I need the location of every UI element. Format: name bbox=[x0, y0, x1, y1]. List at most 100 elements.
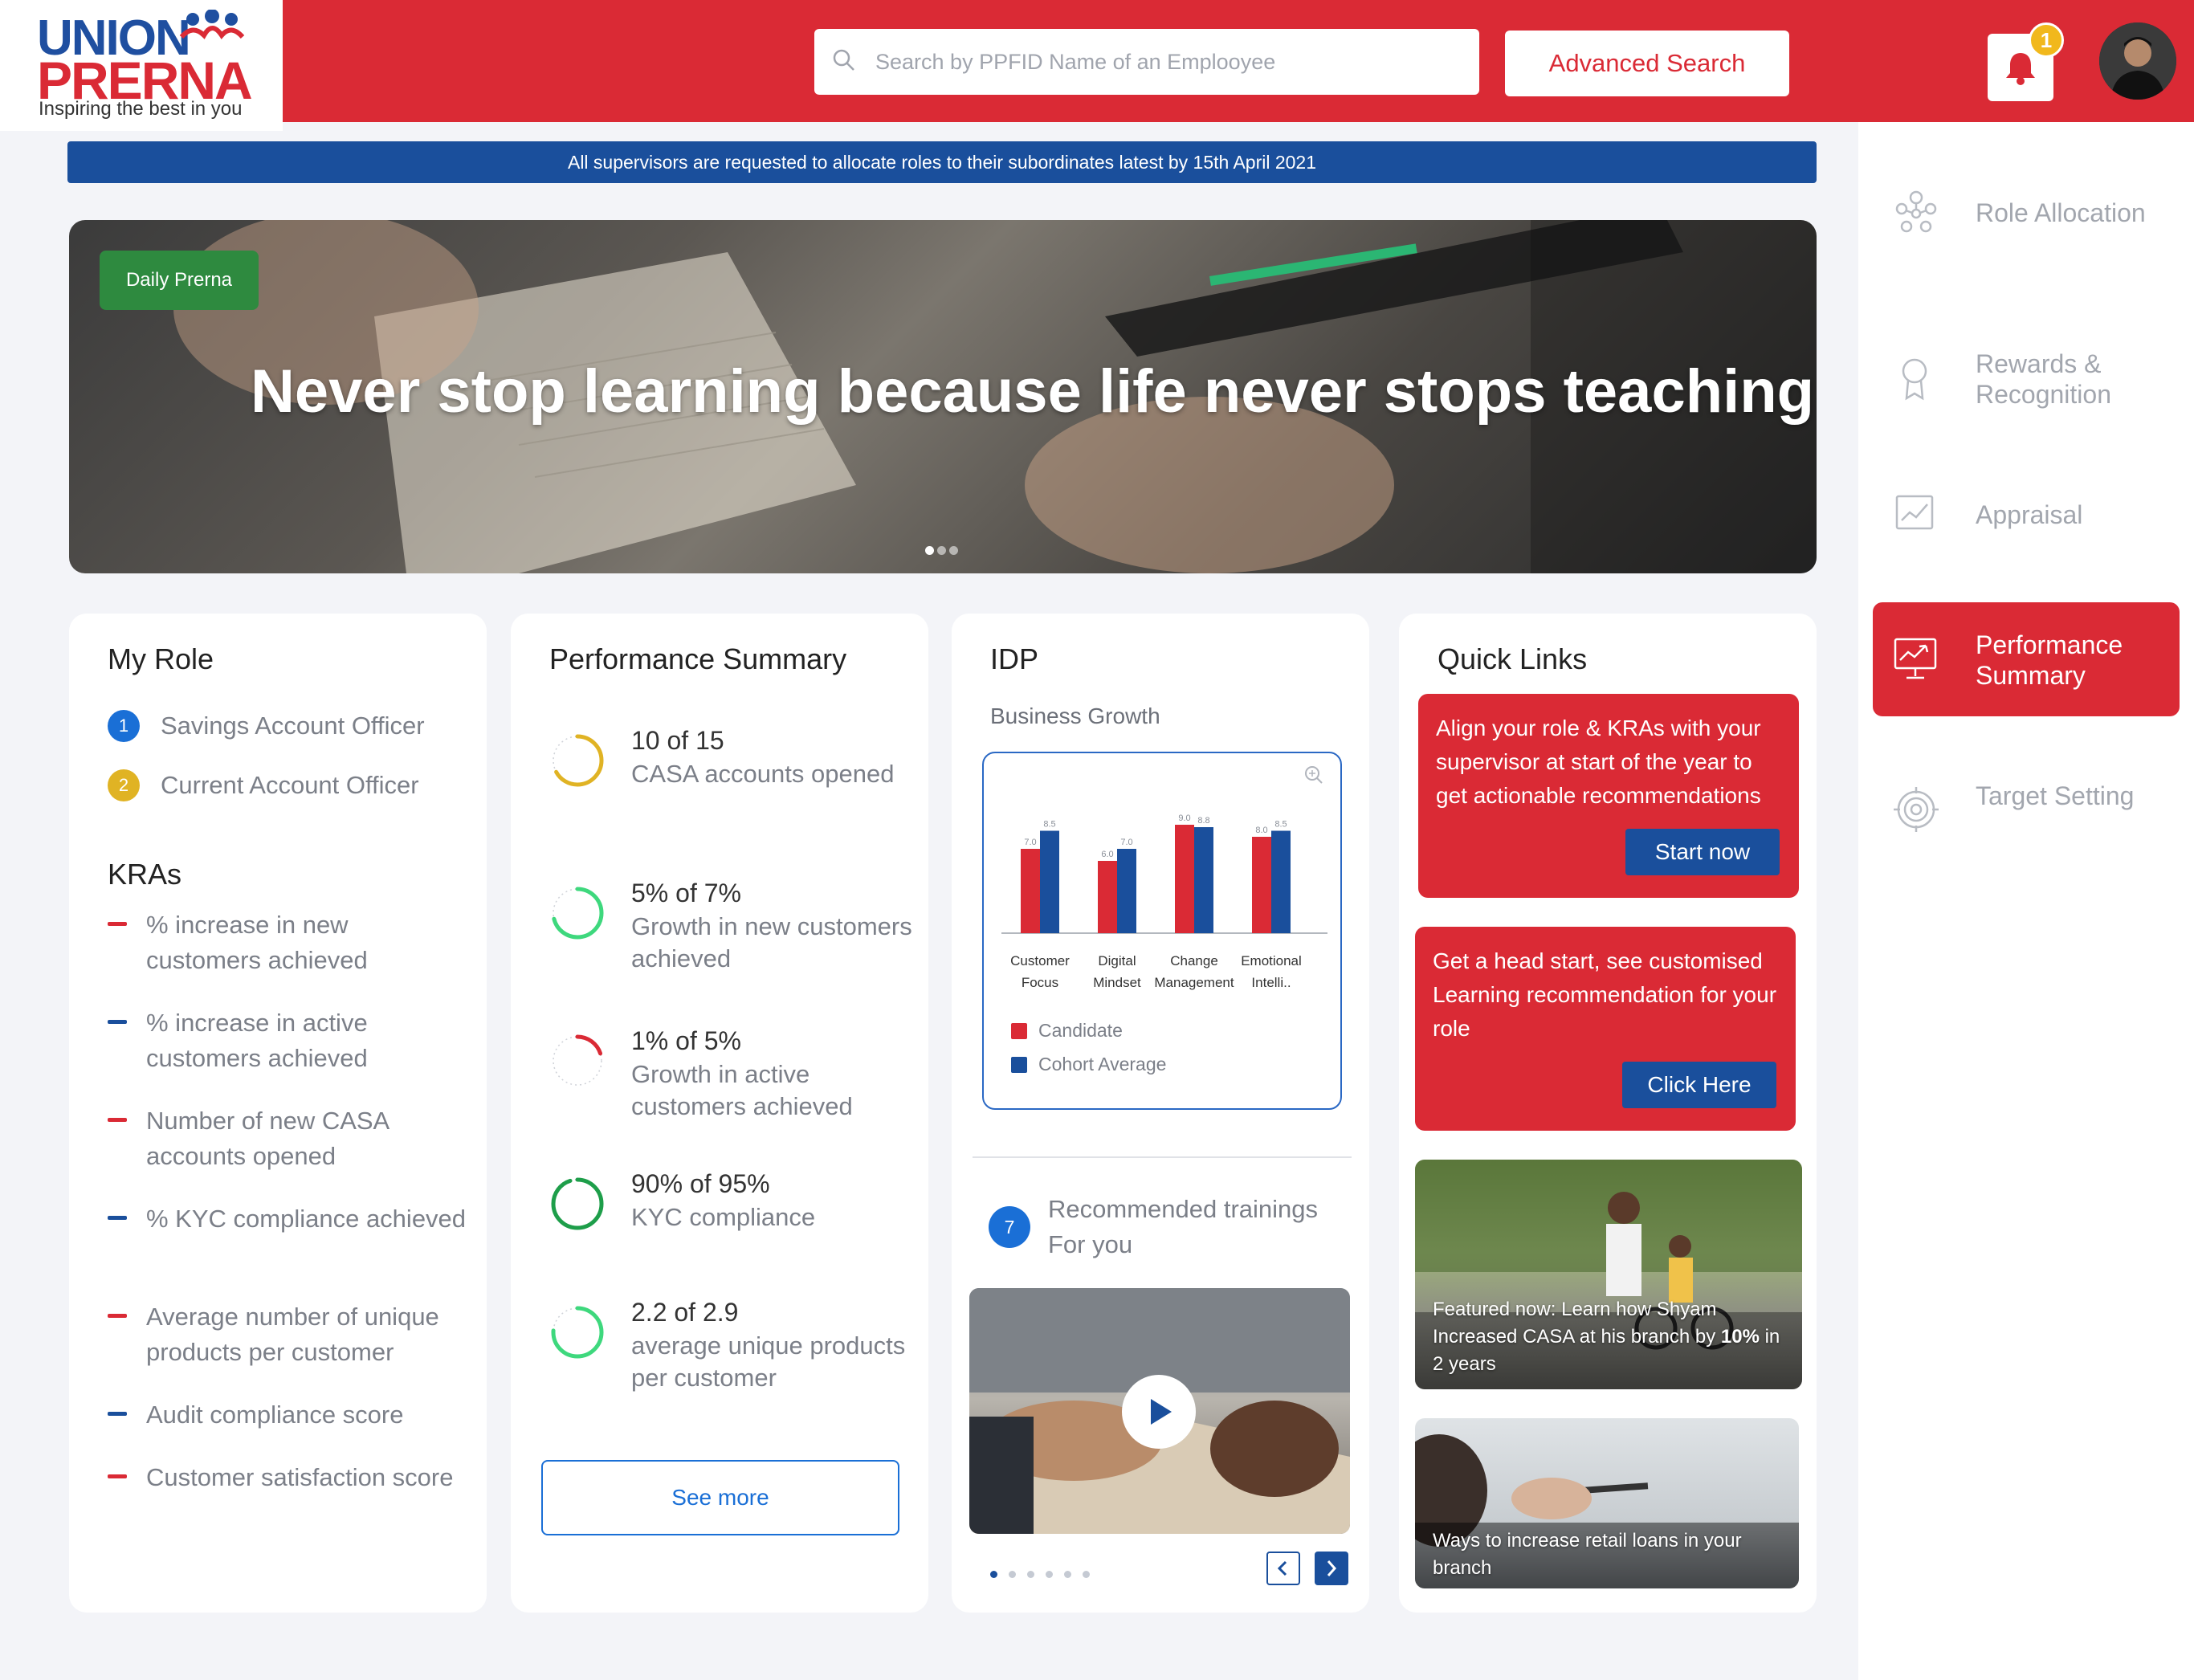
carousel-dot[interactable] bbox=[990, 1571, 997, 1578]
carousel-prev-button[interactable] bbox=[1266, 1552, 1300, 1585]
progress-ring-fill bbox=[551, 1177, 604, 1230]
bar-candidate bbox=[1021, 849, 1040, 933]
play-button[interactable] bbox=[1122, 1375, 1196, 1449]
kras-title: KRAs bbox=[108, 858, 182, 891]
divider bbox=[973, 1156, 1352, 1158]
sidebar-item-rewards[interactable]: Rewards & Recognition bbox=[1873, 321, 2180, 435]
advanced-search-button[interactable]: Advanced Search bbox=[1505, 31, 1789, 96]
bar-value-label: 7.0 bbox=[1024, 838, 1036, 847]
search-input[interactable] bbox=[875, 29, 1470, 95]
carousel-next-button[interactable] bbox=[1315, 1552, 1348, 1585]
quick-links-title: Quick Links bbox=[1438, 642, 1588, 675]
see-more-button[interactable]: See more bbox=[541, 1460, 899, 1535]
recommended-trainings-label[interactable]: Recommended trainings For you bbox=[1048, 1192, 1318, 1262]
performance-summary-title: Performance Summary bbox=[549, 642, 847, 675]
x-tick-label: Intelli.. bbox=[1251, 975, 1291, 990]
idp-card: IDP Business Growth 7.0 8.5 Customer Focus 6… bbox=[952, 614, 1369, 1613]
user-avatar[interactable] bbox=[2099, 22, 2176, 100]
kra-dash-icon bbox=[108, 922, 127, 926]
kra-text: Customer satisfaction score bbox=[146, 1463, 454, 1491]
training-carousel-dots[interactable] bbox=[990, 1568, 1101, 1582]
role-allocation-icon bbox=[1895, 190, 1937, 233]
perf-label: average unique products per customer bbox=[631, 1331, 906, 1392]
role-label: Savings Account Officer bbox=[161, 712, 425, 740]
hero-dot[interactable] bbox=[937, 546, 946, 555]
bar-value-label: 6.0 bbox=[1101, 850, 1113, 859]
bar-value-label: 8.0 bbox=[1255, 826, 1267, 835]
search-box[interactable] bbox=[814, 29, 1479, 95]
legend-item-candidate: Candidate bbox=[1011, 1020, 1123, 1042]
bar-cohort bbox=[1194, 827, 1213, 933]
logo[interactable]: UNION PRERNA Inspiring the best in you bbox=[0, 0, 283, 131]
perf-value: 5% of 7% bbox=[631, 879, 741, 907]
article-card[interactable]: Ways to increase retail loans in your br… bbox=[1415, 1418, 1799, 1588]
kra-text: Number of new CASA accounts opened bbox=[146, 1107, 389, 1170]
chevron-left-icon bbox=[1277, 1560, 1287, 1576]
progress-ring-fill bbox=[551, 734, 604, 787]
kra-dash-icon bbox=[108, 1020, 127, 1024]
idp-title: IDP bbox=[990, 642, 1039, 675]
bar-candidate bbox=[1098, 861, 1117, 933]
role-number-badge: 2 bbox=[108, 769, 140, 801]
legend-swatch-blue bbox=[1011, 1057, 1027, 1073]
sidebar-item-role-allocation[interactable]: Role Allocation bbox=[1873, 156, 2180, 270]
perf-label: KYC compliance bbox=[631, 1203, 816, 1231]
performance-monitor-icon bbox=[1894, 638, 1937, 679]
bar-candidate bbox=[1252, 837, 1271, 933]
start-now-button[interactable]: Start now bbox=[1625, 829, 1780, 875]
carousel-dot[interactable] bbox=[1064, 1571, 1071, 1578]
progress-ring-icon bbox=[551, 887, 604, 940]
progress-ring-fill bbox=[551, 1306, 604, 1359]
progress-ring-icon bbox=[551, 1177, 604, 1230]
perf-value: 1% of 5% bbox=[631, 1026, 741, 1055]
bar-value-label: 8.5 bbox=[1043, 820, 1055, 830]
avatar-person-icon bbox=[2099, 22, 2176, 100]
training-video-thumbnail[interactable] bbox=[969, 1288, 1350, 1534]
notice-banner: All supervisors are requested to allocat… bbox=[67, 141, 1817, 183]
hero-dot[interactable] bbox=[925, 546, 934, 555]
hero-slide-dots[interactable] bbox=[925, 544, 961, 559]
bar-candidate bbox=[1175, 825, 1194, 933]
target-icon bbox=[1894, 787, 1939, 832]
hero-dot[interactable] bbox=[949, 546, 958, 555]
perf-label: Growth in active customers achieved bbox=[631, 1060, 853, 1120]
my-role-card: My Role 1 Savings Account Officer 2 Curr… bbox=[69, 614, 487, 1613]
performance-summary-card: Performance Summary 10 of 15 CASA accoun… bbox=[511, 614, 928, 1613]
featured-caption: Featured now: Learn how Shyam Increased … bbox=[1433, 1296, 1786, 1378]
quick-link-align-role[interactable]: Align your role & KRAs with your supervi… bbox=[1418, 694, 1799, 898]
quick-links-card: Quick Links Align your role & KRAs with … bbox=[1399, 614, 1817, 1613]
recommended-line: Recommended trainings bbox=[1048, 1195, 1319, 1223]
x-tick-label: Management bbox=[1154, 975, 1234, 990]
perf-value: 90% of 95% bbox=[631, 1169, 770, 1198]
legend-label: Candidate bbox=[1038, 1020, 1123, 1041]
kra-dash-icon bbox=[108, 1412, 127, 1416]
sidebar-item-label: Appraisal bbox=[1976, 500, 2083, 529]
x-tick-label: Customer bbox=[1010, 953, 1070, 968]
carousel-dot[interactable] bbox=[1083, 1571, 1090, 1578]
perf-label: CASA accounts opened bbox=[631, 760, 895, 788]
carousel-dot[interactable] bbox=[1027, 1571, 1034, 1578]
business-growth-chart[interactable]: 7.0 8.5 Customer Focus 6.0 7.0 Digital Mindset 9… bbox=[982, 752, 1342, 1110]
x-tick-label: Change bbox=[1170, 953, 1218, 968]
click-here-button[interactable]: Click Here bbox=[1622, 1062, 1776, 1108]
kra-dash-icon bbox=[108, 1474, 127, 1478]
carousel-dot[interactable] bbox=[1009, 1571, 1016, 1578]
x-tick-label: Emotional bbox=[1241, 953, 1302, 968]
bar-value-label: 8.5 bbox=[1274, 820, 1287, 830]
sidebar-item-performance-summary[interactable]: Performance Summary bbox=[1873, 602, 2180, 716]
sidebar-item-target-setting[interactable]: Target Setting bbox=[1873, 753, 2180, 867]
quick-link-text: Get a head start, see customised Learnin… bbox=[1433, 948, 1777, 1041]
legend-item-cohort: Cohort Average bbox=[1011, 1054, 1166, 1075]
perf-value: 10 of 15 bbox=[631, 726, 724, 755]
sidebar-item-appraisal[interactable]: Appraisal bbox=[1873, 458, 2180, 572]
award-ribbon-icon bbox=[1902, 358, 1927, 401]
featured-caption-text: Featured now: Learn how Shyam Increased … bbox=[1433, 1299, 1717, 1348]
role-label: Current Account Officer bbox=[161, 771, 419, 799]
x-tick-label: Focus bbox=[1022, 975, 1058, 990]
search-icon bbox=[833, 49, 854, 71]
quick-link-learning[interactable]: Get a head start, see customised Learnin… bbox=[1415, 927, 1796, 1131]
daily-prerna-hero[interactable]: Daily Prerna Never stop learning because… bbox=[69, 220, 1817, 573]
chevron-right-icon bbox=[1327, 1560, 1337, 1576]
carousel-dot[interactable] bbox=[1046, 1571, 1053, 1578]
featured-story-card[interactable]: Featured now: Learn how Shyam Increased … bbox=[1415, 1160, 1802, 1389]
